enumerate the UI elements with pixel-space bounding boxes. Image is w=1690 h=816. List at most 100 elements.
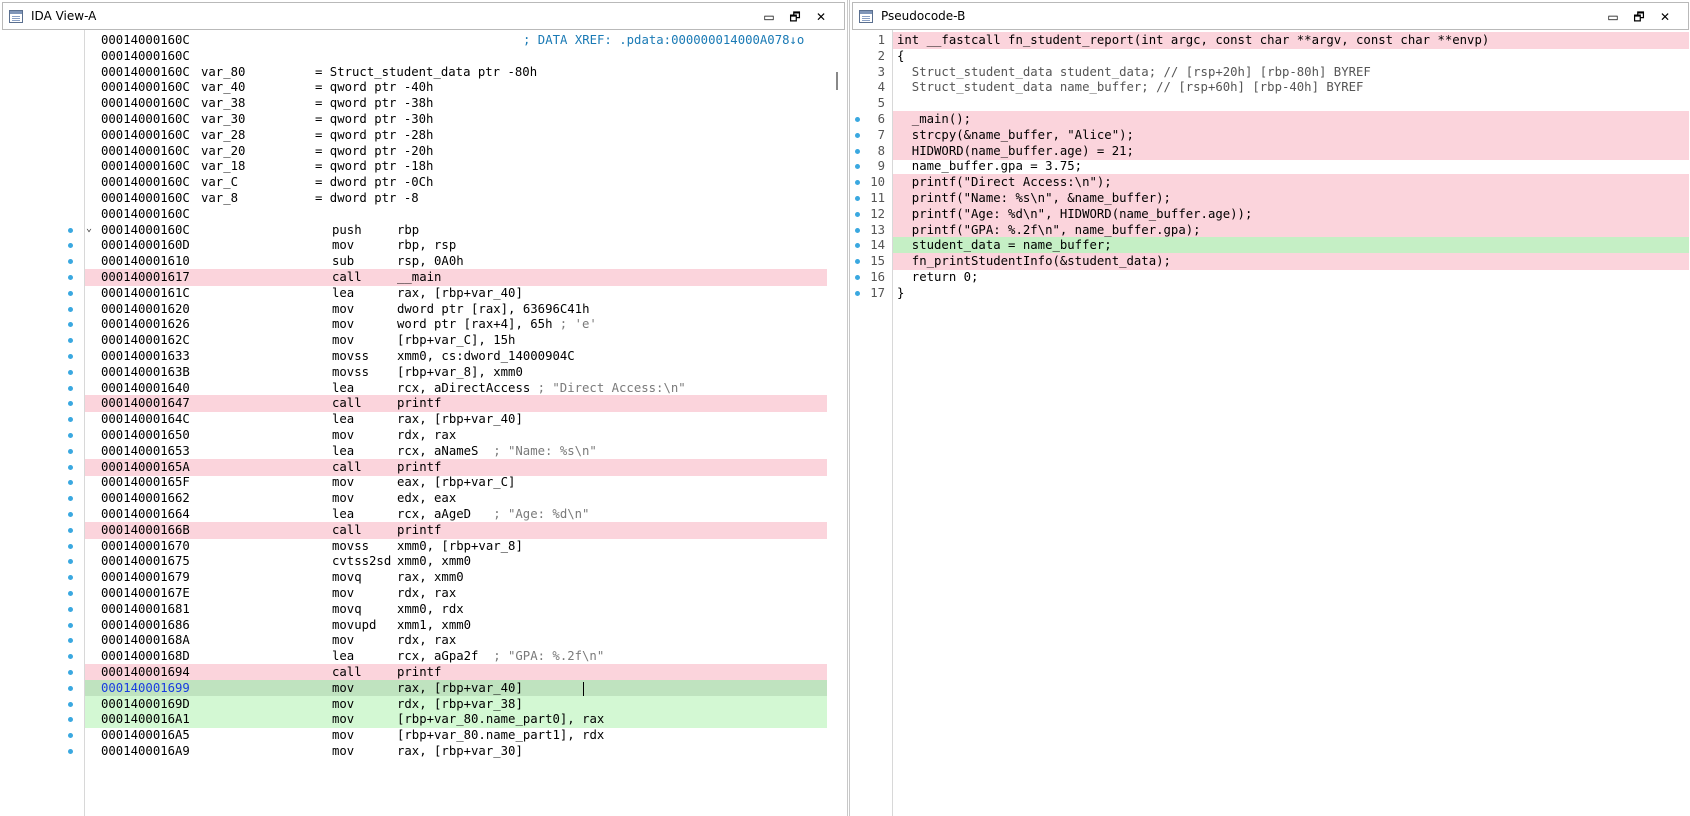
asm-line[interactable]: 00014000166B call printf — [85, 521, 827, 539]
breakpoint-dot-icon[interactable] — [68, 701, 73, 707]
asm-line[interactable]: 000140001679 movq rax, xmm0 — [85, 569, 827, 586]
asm-line[interactable]: 00014000160C var_8 = dword ptr -8 — [85, 190, 827, 207]
breakpoint-dot-icon[interactable] — [68, 306, 73, 312]
breakpoint-dot-icon[interactable] — [68, 354, 73, 359]
breakpoint-dot-icon[interactable] — [855, 148, 860, 154]
breakpoint-dot-icon[interactable] — [68, 622, 73, 628]
asm-line[interactable]: 000140001633 movss xmm0, cs:dword_14000904… — [85, 348, 827, 365]
pseudocode-line[interactable]: 1 int __fastcall fn_student_report(int ar… — [878, 32, 1689, 49]
breakpoint-dot-icon[interactable] — [855, 227, 860, 233]
pseudocode-line[interactable]: 17} — [855, 285, 1689, 302]
pseudocode-line[interactable]: 12 printf("Age: %d\n", HIDWORD(name_buff… — [855, 205, 1689, 223]
asm-line[interactable]: 000140001620 mov dword ptr [rax], 63696C41… — [85, 301, 827, 318]
asm-line[interactable]: 000140001675 cvtss2sd xmm0, xmm0 — [85, 553, 827, 570]
pseudocode-line[interactable]: 8 HIDWORD(name_buffer.age) = 21; — [855, 142, 1689, 160]
breakpoint-dot-icon[interactable] — [68, 275, 73, 280]
pseudocode-listing[interactable]: 1 int __fastcall fn_student_report(int ar… — [850, 30, 1690, 816]
minimize-button[interactable]: ▭ — [1604, 8, 1622, 26]
ida-view-titlebar[interactable]: IDA View-A ▭ 🗗 ✕ — [2, 2, 845, 30]
restore-button[interactable]: 🗗 — [786, 8, 804, 26]
asm-line[interactable]: 00014000168A mov rdx, rax — [85, 632, 827, 649]
asm-line[interactable]: 00014000167E mov rdx, rax — [85, 585, 827, 602]
breakpoint-dot-icon[interactable] — [68, 749, 73, 754]
close-button[interactable]: ✕ — [812, 8, 830, 26]
asm-line[interactable]: 00014000160C var_C = dword ptr -0Ch — [85, 174, 827, 191]
asm-line[interactable]: 000140001610 sub rsp, 0A0h — [85, 253, 827, 270]
breakpoint-dot-icon[interactable] — [68, 591, 73, 596]
asm-line[interactable]: 00014000162C mov [rbp+var_C], 15h — [85, 332, 827, 349]
breakpoint-dot-icon[interactable] — [855, 275, 860, 280]
pseudocode-line[interactable]: 3 Struct_student_data student_data; // [… — [878, 64, 1689, 81]
pseudocode-line[interactable]: 7 strcpy(&name_buffer, "Alice"); — [855, 126, 1689, 144]
asm-line[interactable]: 00014000160C var_30 = qword ptr -30h — [85, 111, 827, 128]
asm-line[interactable]: 000140001699 mov rax, [rbp+var_40] — [85, 679, 827, 697]
pseudocode-titlebar[interactable]: Pseudocode-B ▭ 🗗 ✕ — [852, 2, 1689, 30]
breakpoint-dot-icon[interactable] — [68, 512, 73, 517]
asm-line[interactable]: 00014000160C var_38 = qword ptr -38h — [85, 95, 827, 112]
asm-line[interactable]: 00014000169D mov rdx, [rbp+var_38] — [85, 695, 827, 713]
asm-line[interactable]: 000140001650 mov rdx, rax — [85, 427, 827, 444]
breakpoint-dot-icon[interactable] — [68, 464, 73, 470]
pseudocode-line[interactable]: 10 printf("Direct Access:\n"); — [855, 174, 1689, 192]
pseudocode-line[interactable]: 9 name_buffer.gpa = 3.75; — [855, 158, 1689, 175]
breakpoint-dot-icon[interactable] — [855, 211, 860, 217]
breakpoint-dot-icon[interactable] — [855, 132, 860, 138]
restore-button[interactable]: 🗗 — [1630, 8, 1648, 26]
breakpoint-dot-icon[interactable] — [855, 290, 860, 296]
asm-line[interactable]: 00014000165F mov eax, [rbp+var_C] — [85, 474, 827, 491]
breakpoint-dot-icon[interactable] — [68, 385, 73, 391]
pseudocode-line[interactable]: 6 _main(); — [855, 111, 1689, 128]
breakpoint-dot-icon[interactable] — [68, 290, 73, 296]
asm-line[interactable]: 00014000160C var_80 = Struct_student_data … — [85, 64, 827, 81]
asm-line[interactable]: 00014000160C var_40 = qword ptr -40h — [85, 79, 827, 96]
asm-line[interactable]: 000140001626 mov word ptr [rax+4], 65h ; 'e… — [85, 316, 827, 333]
pseudocode-line[interactable]: 11 printf("Name: %s\n", &name_buffer); — [855, 190, 1689, 207]
breakpoint-dot-icon[interactable] — [855, 196, 860, 201]
asm-line[interactable]: 000140001694 call printf — [85, 664, 827, 681]
asm-line[interactable]: 000140001653 lea rcx, aNameS ; "Name: %s\n" — [85, 443, 827, 460]
asm-line[interactable]: 00014000161C lea rax, [rbp+var_40] — [85, 285, 827, 302]
pseudocode-line[interactable]: 16 return 0; — [855, 269, 1689, 286]
breakpoint-dot-icon[interactable] — [855, 117, 860, 122]
asm-line[interactable]: 00014000160C var_20 = qword ptr -20h — [85, 143, 827, 160]
ida-view-pane[interactable]: IDA View-A ▭ 🗗 ✕ 00014000160C ; DATA XREF… — [0, 0, 848, 816]
asm-line[interactable]: 00014000160C push rbp — [85, 222, 827, 239]
pseudocode-line[interactable]: 13 printf("GPA: %.2f\n", name_buffer.gpa… — [855, 221, 1689, 239]
breakpoint-dot-icon[interactable] — [68, 670, 73, 675]
asm-line[interactable]: 0001400016A9 mov rax, [rbp+var_30] — [85, 743, 827, 760]
pseudocode-line[interactable]: 4 Struct_student_data name_buffer; // [r… — [878, 79, 1689, 96]
asm-line[interactable]: 000140001681 movq xmm0, rdx — [85, 601, 827, 618]
asm-line[interactable]: 00014000160C var_28 = qword ptr -28h — [85, 127, 827, 144]
asm-line[interactable]: 0001400016A5 mov [rbp+var_80.name_part1], … — [85, 727, 827, 744]
asm-line[interactable]: 00014000160C — [85, 48, 827, 65]
pseudocode-line[interactable]: 2{ — [878, 48, 1689, 65]
asm-line[interactable]: 00014000160C var_18 = qword ptr -18h — [85, 158, 827, 175]
breakpoint-dot-icon[interactable] — [68, 448, 73, 454]
breakpoint-dot-icon[interactable] — [68, 369, 73, 375]
asm-line[interactable]: 00014000164C lea rax, [rbp+var_40] — [85, 411, 827, 428]
asm-line[interactable]: 000140001617 call __main — [85, 269, 827, 286]
collapse-chevron-icon[interactable]: ⌄ — [86, 223, 92, 234]
breakpoint-dot-icon[interactable] — [68, 543, 73, 549]
pseudocode-line[interactable]: 14 student_data = name_buffer; — [855, 237, 1689, 255]
asm-line[interactable]: 00014000160C ; DATA XREF: .pdata:00000001… — [85, 32, 827, 49]
asm-line[interactable]: 000140001664 lea rcx, aAgeD ; "Age: %d\n" — [85, 506, 827, 523]
close-button[interactable]: ✕ — [1656, 8, 1674, 26]
asm-line[interactable]: 00014000160D mov rbp, rsp — [85, 237, 827, 254]
scroll-thumb[interactable] — [836, 72, 838, 90]
asm-line[interactable]: 00014000168D lea rcx, aGpa2f ; "GPA: %.2f\n… — [85, 648, 827, 665]
asm-line[interactable]: 000140001686 movupd xmm1, xmm0 — [85, 617, 827, 634]
asm-line[interactable]: 00014000160C — [85, 206, 827, 223]
breakpoint-dot-icon[interactable] — [68, 606, 73, 612]
asm-line[interactable]: 00014000163B movss [rbp+var_8], xmm0 — [85, 364, 827, 381]
pseudocode-pane[interactable]: Pseudocode-B ▭ 🗗 ✕ 1 int __fastcall fn_st… — [849, 0, 1690, 816]
pseudocode-line[interactable]: 5 — [878, 95, 1689, 112]
asm-line[interactable]: 00014000165A call printf — [85, 458, 827, 476]
asm-line[interactable]: 000140001662 mov edx, eax — [85, 490, 827, 507]
pseudocode-line[interactable]: 15 fn_printStudentInfo(&student_data); — [855, 253, 1689, 271]
breakpoint-dot-icon[interactable] — [68, 685, 73, 691]
asm-line[interactable]: 000140001647 call printf — [85, 395, 827, 413]
asm-line[interactable]: 000140001640 lea rcx, aDirectAccess ; "Dire… — [85, 380, 827, 397]
minimize-button[interactable]: ▭ — [760, 8, 778, 26]
asm-line[interactable]: 0001400016A1 mov [rbp+var_80.name_part0], … — [85, 711, 827, 729]
